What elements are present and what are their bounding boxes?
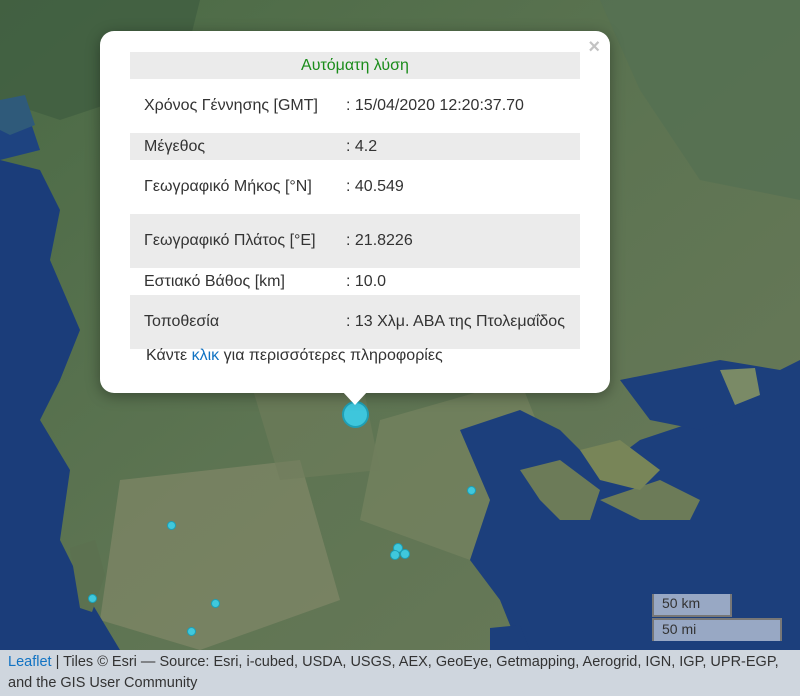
earthquake-info-table: Αυτόματη λύση Χρόνος Γέννησης [GMT] : 15…	[130, 52, 580, 349]
popup-close-button[interactable]: ×	[588, 37, 600, 57]
map-attribution: Leaflet | Tiles © Esri — Source: Esri, i…	[0, 650, 800, 696]
earthquake-marker[interactable]	[167, 521, 176, 530]
origin-time-label: Χρόνος Γέννησης [GMT]	[144, 97, 318, 114]
earthquake-marker[interactable]	[88, 594, 97, 603]
scale-bar-mi: 50 mi	[652, 618, 782, 641]
attribution-text: | Tiles © Esri — Source: Esri, i-cubed, …	[8, 654, 779, 691]
more-info-prefix: Κάντε	[146, 347, 192, 364]
depth-value: : 10.0	[346, 272, 387, 290]
latitude-label: Γεωγραφικό Μήκος [°N]	[144, 178, 312, 195]
earthquake-marker[interactable]	[211, 599, 220, 608]
more-info-link[interactable]: κλικ	[192, 347, 220, 364]
origin-time-value: : 15/04/2020 12:20:37.70	[346, 97, 524, 114]
earthquake-marker[interactable]	[467, 486, 476, 495]
longitude-label: Γεωγραφικό Πλάτος [°E]	[130, 214, 332, 268]
earthquake-marker[interactable]	[390, 550, 400, 560]
more-info-suffix: για περισσότερες πληροφορίες	[219, 347, 443, 364]
depth-label: Εστιακό Βάθος [km]	[144, 272, 285, 290]
earthquake-marker-selected[interactable]	[342, 401, 369, 428]
location-label: Τοποθεσία	[130, 295, 332, 349]
longitude-value: : 21.8226	[332, 214, 580, 268]
location-value: : 13 Χλμ. ΑΒΑ της Πτολεμαΐδος	[332, 295, 580, 349]
earthquake-marker[interactable]	[400, 549, 410, 559]
earthquake-info-popup: × Αυτόματη λύση Χρόνος Γέννησης [GMT] : …	[100, 31, 610, 393]
earthquake-marker[interactable]	[187, 627, 196, 636]
magnitude-value: : 4.2	[332, 133, 580, 160]
map[interactable]: × Αυτόματη λύση Χρόνος Γέννησης [GMT] : …	[0, 0, 800, 650]
leaflet-link[interactable]: Leaflet	[8, 654, 52, 670]
more-info-line: Κάντε κλικ για περισσότερες πληροφορίες	[146, 347, 443, 365]
scale-bar-km: 50 km	[652, 594, 732, 617]
latitude-value: : 40.549	[346, 178, 404, 195]
magnitude-label: Μέγεθος	[130, 133, 332, 160]
popup-title: Αυτόματη λύση	[130, 52, 580, 79]
popup-tip	[342, 391, 368, 405]
